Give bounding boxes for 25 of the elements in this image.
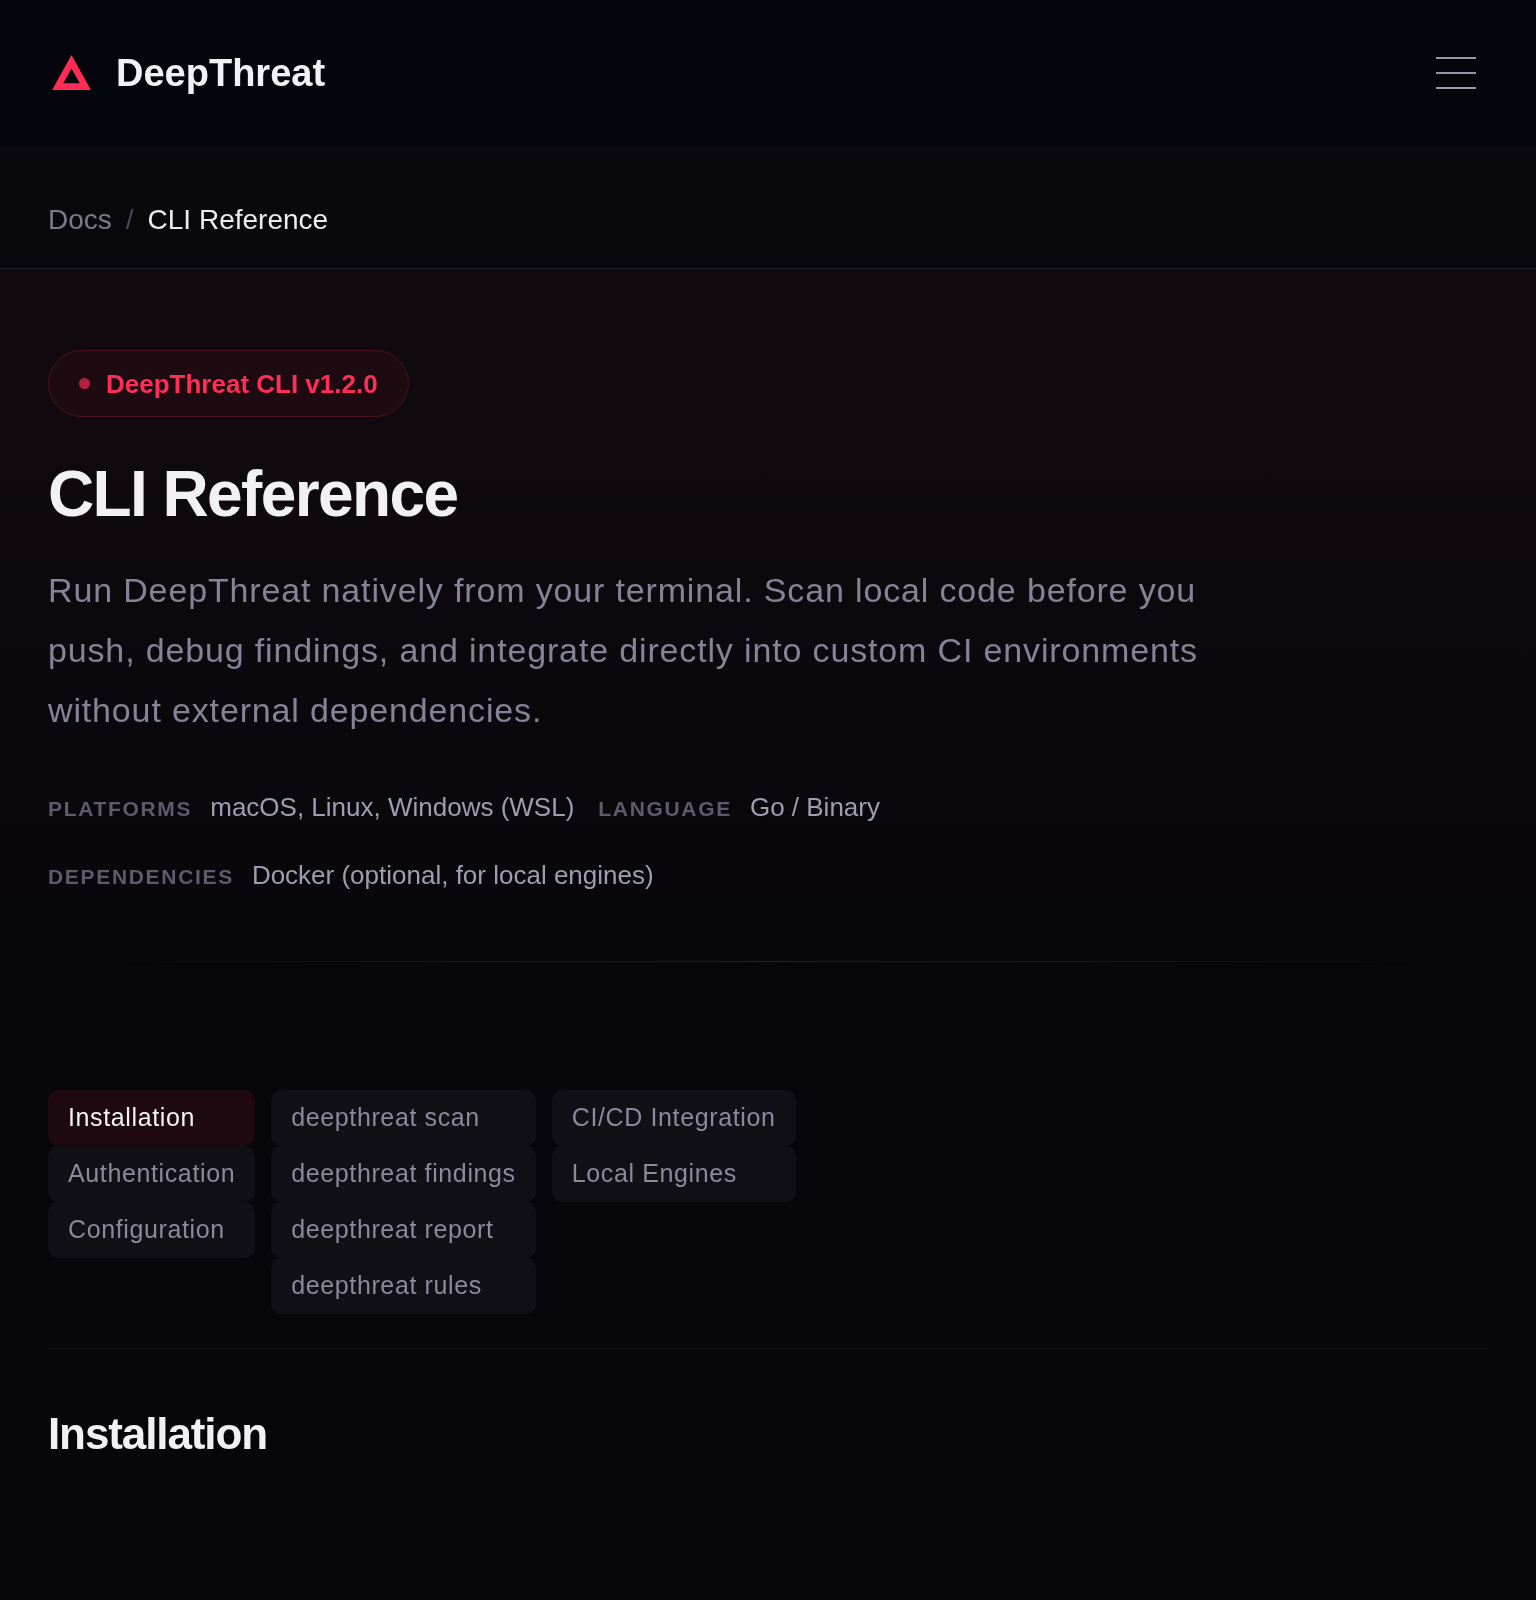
version-label: DeepThreat CLI v1.2.0 [106, 367, 378, 400]
meta-label: DEPENDENCIES [48, 864, 234, 890]
section-link[interactable]: Authentication [48, 1146, 256, 1202]
menu-icon [1436, 56, 1476, 89]
section-link[interactable]: deepthreat findings [271, 1146, 536, 1202]
breadcrumb-current: CLI Reference [147, 203, 329, 237]
meta-value: macOS, Linux, Windows (WSL) [210, 791, 575, 824]
triangle-logo-icon [52, 55, 91, 90]
section-link[interactable]: Local Engines [551, 1146, 796, 1202]
page-description: Run DeepThreat natively from your terminal. Scan local code before you push, debug findings, and integrate directly into custom CI environments without external dependencies. [48, 570, 1199, 731]
meta-value: Go / Binary [749, 791, 880, 824]
section-link[interactable]: deepthreat scan [271, 1090, 536, 1146]
section-link[interactable]: deepthreat report [271, 1202, 536, 1258]
breadcrumb-link[interactable]: Docs [48, 202, 112, 238]
page-title: CLI Reference [48, 459, 459, 529]
section-link[interactable]: CI/CD Integration [551, 1090, 796, 1146]
meta-label: PLATFORMS [48, 796, 193, 822]
breadcrumb-separator: / [125, 203, 134, 237]
meta-label: LANGUAGE [598, 796, 732, 822]
section-link[interactable]: Installation [48, 1090, 256, 1146]
brand-link[interactable]: DeepThreat [52, 49, 326, 96]
meta-value: Docker (optional, for local engines) [251, 859, 654, 892]
section-link[interactable]: Configuration [48, 1202, 256, 1258]
section-heading: Installation [48, 1408, 269, 1460]
section-link[interactable]: deepthreat rules [271, 1258, 536, 1314]
